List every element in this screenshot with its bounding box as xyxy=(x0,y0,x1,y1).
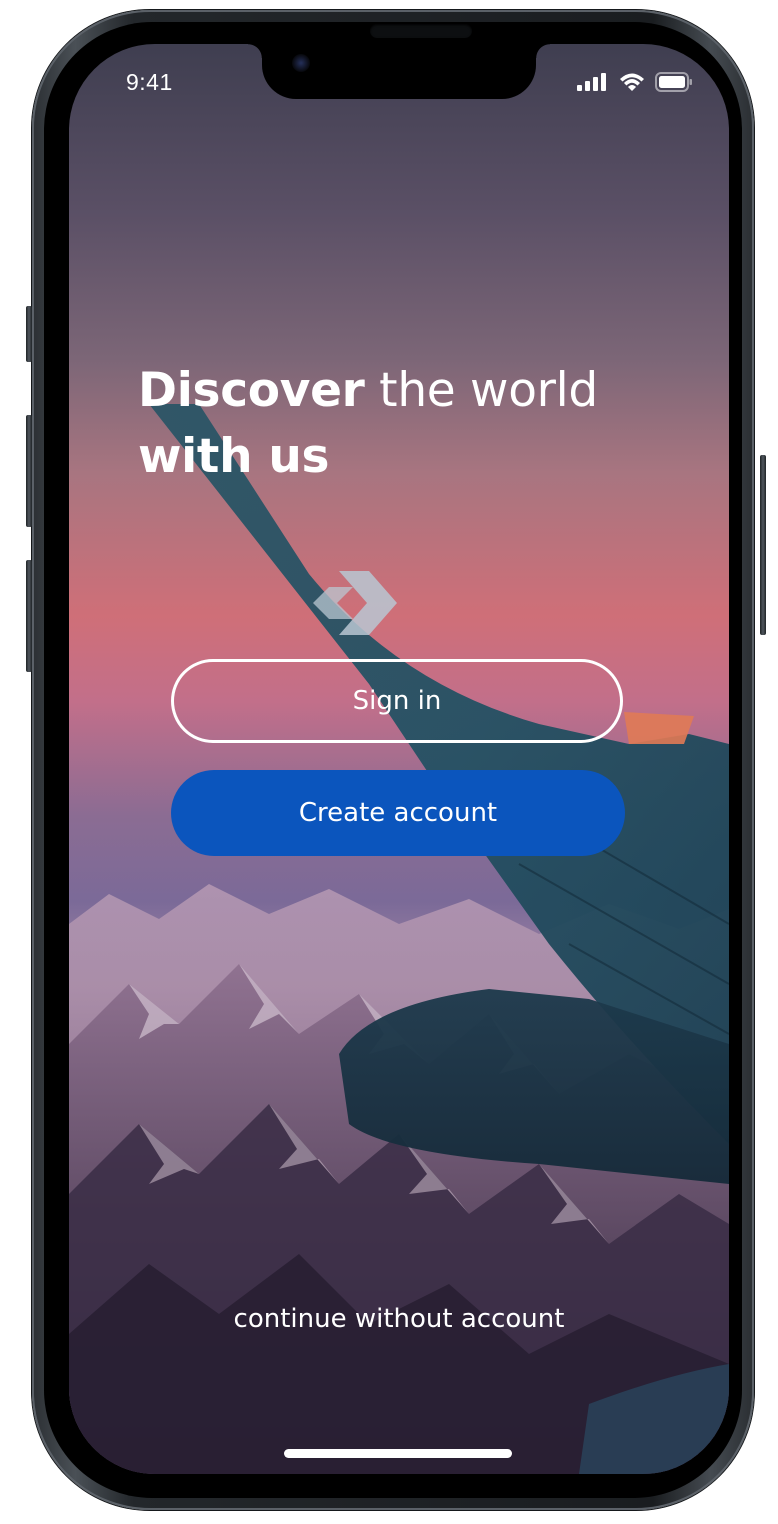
airline-logo-icon xyxy=(313,571,397,635)
power-button xyxy=(760,455,766,635)
mute-switch xyxy=(26,306,32,362)
airplane-wing-image xyxy=(149,404,729,1474)
cellular-signal-icon xyxy=(577,73,606,91)
hero-headline: Discover the world with us xyxy=(138,358,598,490)
battery-icon xyxy=(655,72,692,92)
continue-without-account-link[interactable]: continue without account xyxy=(69,1304,729,1334)
app-screen: 9:41 Discover the world with us Sign in … xyxy=(69,44,729,1474)
status-time: 9:41 xyxy=(126,69,173,95)
create-account-button[interactable]: Create account xyxy=(171,770,625,856)
status-icons xyxy=(577,72,693,92)
create-account-label: Create account xyxy=(298,798,498,828)
headline-regular: the world xyxy=(364,363,598,418)
front-camera xyxy=(292,54,310,72)
headline-bold-discover: Discover xyxy=(138,363,365,418)
sign-in-button[interactable]: Sign in xyxy=(171,659,623,743)
sign-in-label: Sign in xyxy=(352,686,442,716)
earpiece-speaker xyxy=(370,24,472,38)
wifi-icon xyxy=(620,73,644,91)
headline-bold-with-us: with us xyxy=(138,429,330,484)
home-indicator[interactable] xyxy=(284,1449,512,1458)
volume-up-button xyxy=(26,415,32,527)
volume-down-button xyxy=(26,560,32,672)
